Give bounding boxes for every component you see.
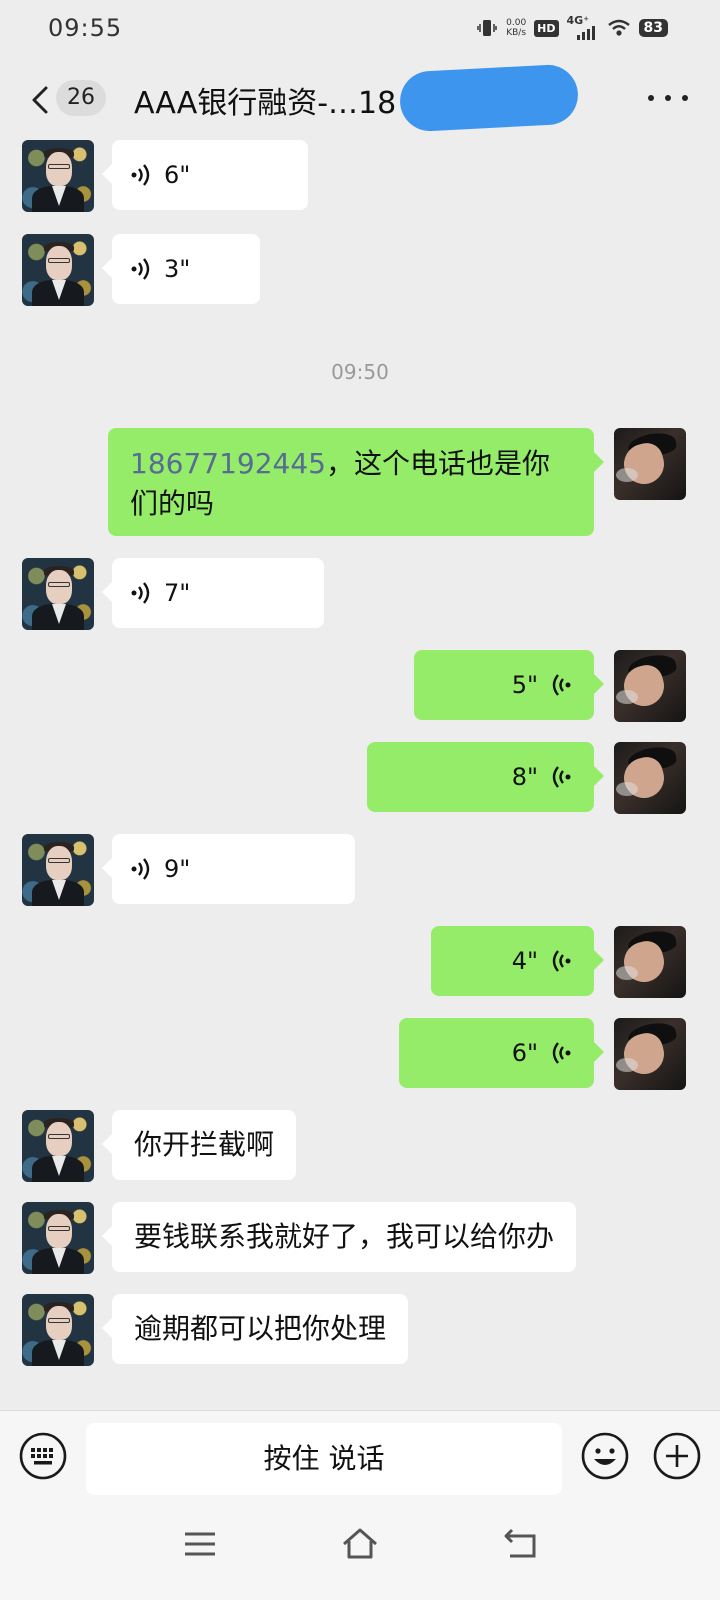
system-back-icon[interactable]	[502, 1524, 540, 1562]
text-message-bubble[interactable]: 逾期都可以把你处理	[101, 1294, 409, 1364]
text-message-bubble[interactable]: 18677192445，这个电话也是你 们的吗	[108, 428, 604, 536]
message-text: 逾期都可以把你处理	[134, 1312, 387, 1345]
voice-message-bubble[interactable]: 5"	[414, 650, 604, 720]
more-dot-icon	[648, 95, 654, 101]
more-dot-icon	[682, 95, 688, 101]
net-speed: 0.00 KB/s	[506, 18, 526, 38]
emoji-icon[interactable]	[580, 1431, 630, 1481]
voice-duration: 4"	[511, 947, 538, 975]
message-text: ，这个电话也是你	[325, 447, 550, 480]
voice-message-bubble[interactable]: 6"	[102, 140, 308, 210]
voice-wave-icon	[552, 950, 571, 972]
recent-apps-icon[interactable]	[182, 1526, 218, 1562]
input-bar: 按住 说话	[0, 1410, 720, 1504]
self-avatar[interactable]	[614, 428, 686, 500]
text-message-bubble[interactable]: 要钱联系我就好了，我可以给你办	[101, 1202, 577, 1272]
voice-duration: 6"	[511, 1039, 538, 1067]
more-options-button[interactable]	[648, 92, 688, 104]
voice-duration: 3"	[164, 255, 191, 283]
net-speed-unit: KB/s	[506, 28, 527, 38]
voice-message-bubble[interactable]: 6"	[399, 1018, 604, 1088]
voice-duration: 7"	[164, 579, 191, 607]
voice-wave-icon	[552, 674, 571, 696]
voice-wave-icon	[131, 858, 150, 880]
home-icon[interactable]	[340, 1524, 380, 1564]
self-avatar[interactable]	[614, 926, 686, 998]
self-avatar[interactable]	[614, 650, 686, 722]
status-bar: 09:55 0.00 KB/s HD 4G⁺ 83	[0, 0, 720, 56]
keyboard-toggle-icon[interactable]	[18, 1431, 68, 1481]
voice-wave-icon	[131, 164, 150, 186]
message-timestamp: 09:50	[331, 360, 389, 384]
voice-message-bubble[interactable]: 8"	[367, 742, 604, 812]
more-dot-icon	[665, 95, 671, 101]
chat-title: AAA银行融资-…18	[134, 86, 397, 121]
vibrate-icon	[477, 20, 497, 36]
wifi-icon	[607, 19, 630, 36]
message-list[interactable]: 6" 3" 09:50 18677192445，这个电话也是你 们的吗 7" 5…	[0, 140, 720, 1410]
self-avatar[interactable]	[614, 1018, 686, 1090]
hold-to-talk-button[interactable]: 按住 说话	[86, 1423, 562, 1495]
redaction-mark	[398, 63, 580, 133]
voice-duration: 6"	[164, 161, 191, 189]
message-line: 18677192445，这个电话也是你	[130, 444, 572, 484]
net-speed-value: 0.00	[506, 18, 527, 28]
battery-level: 83	[638, 19, 668, 37]
signal-icon: 4G⁺	[567, 14, 599, 40]
voice-wave-icon	[552, 1042, 571, 1064]
voice-message-bubble[interactable]: 7"	[102, 558, 324, 628]
voice-duration: 8"	[511, 763, 538, 791]
message-text: 们的吗	[130, 487, 215, 520]
contact-avatar[interactable]	[22, 1294, 94, 1366]
contact-avatar[interactable]	[22, 140, 94, 212]
voice-duration: 9"	[164, 855, 191, 883]
self-avatar[interactable]	[614, 742, 686, 814]
voice-wave-icon	[131, 258, 150, 280]
chat-header: 26 AAA银行融资-…18	[0, 56, 720, 140]
voice-duration: 5"	[511, 671, 538, 699]
voice-wave-icon	[131, 582, 150, 604]
voice-message-bubble[interactable]: 9"	[102, 834, 355, 904]
status-time: 09:55	[48, 14, 123, 42]
voice-message-bubble[interactable]: 3"	[102, 234, 260, 304]
system-nav-bar	[0, 1504, 720, 1600]
message-text: 你开拦截啊	[134, 1128, 275, 1161]
contact-avatar[interactable]	[22, 1202, 94, 1274]
voice-message-bubble[interactable]: 4"	[431, 926, 604, 996]
contact-avatar[interactable]	[22, 234, 94, 306]
message-text: 要钱联系我就好了，我可以给你办	[134, 1220, 555, 1253]
voice-wave-icon	[552, 766, 571, 788]
unread-count-badge[interactable]: 26	[56, 80, 106, 116]
contact-avatar[interactable]	[22, 1110, 94, 1182]
contact-avatar[interactable]	[22, 834, 94, 906]
hd-badge: HD	[534, 19, 559, 37]
contact-avatar[interactable]	[22, 558, 94, 630]
status-icons: 0.00 KB/s HD 4G⁺ 83	[476, 14, 668, 40]
phone-number-link[interactable]: 18677192445	[130, 447, 326, 480]
add-more-icon[interactable]	[652, 1431, 702, 1481]
text-message-bubble[interactable]: 你开拦截啊	[101, 1110, 297, 1180]
